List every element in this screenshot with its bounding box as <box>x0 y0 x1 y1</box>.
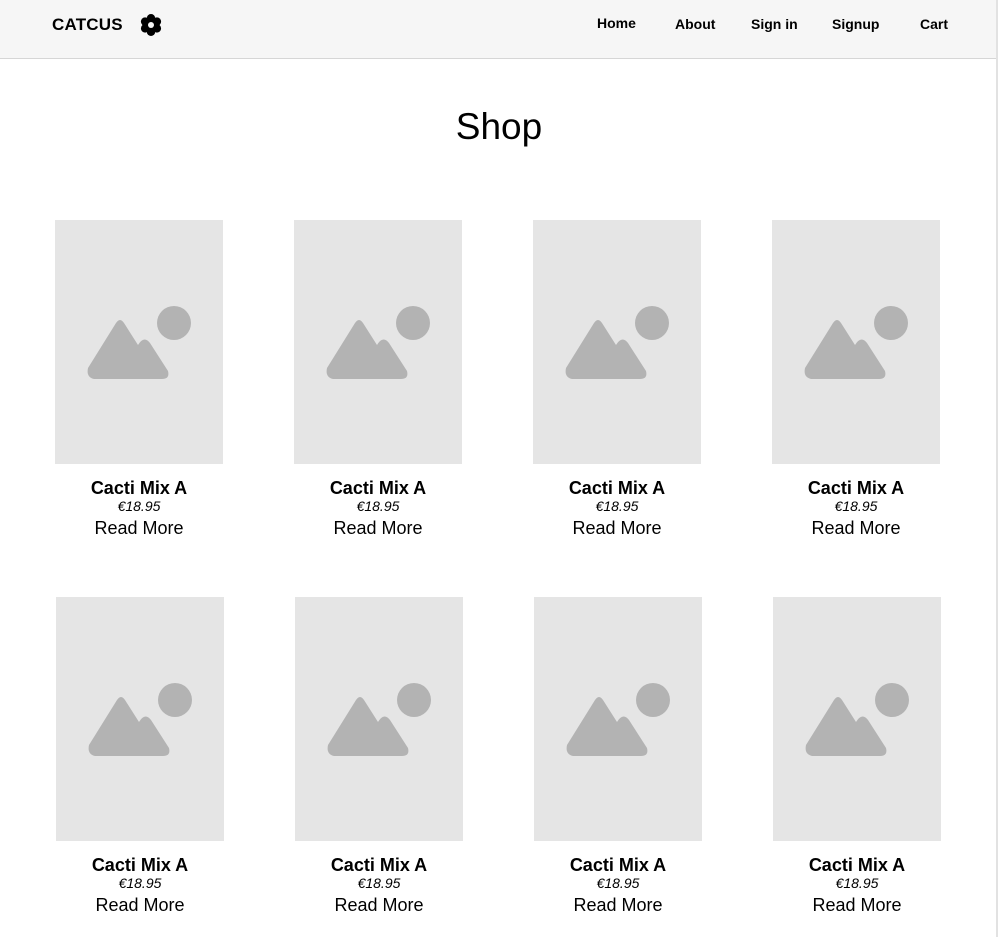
product-name: Cacti Mix A <box>330 855 428 875</box>
nav-home[interactable]: Home <box>597 14 636 32</box>
product-image[interactable] <box>772 220 940 464</box>
product-card: Cacti Mix A €18.95 Read More <box>295 597 463 916</box>
product-card: Cacti Mix A €18.95 Read More <box>773 597 941 916</box>
read-more-link[interactable]: Read More <box>533 517 701 539</box>
product-price: €18.95 <box>356 498 400 514</box>
read-more-link[interactable]: Read More <box>534 894 702 916</box>
product-price: €18.95 <box>117 498 161 514</box>
product-image[interactable] <box>295 597 463 841</box>
product-price: €18.95 <box>118 875 162 891</box>
image-placeholder-icon <box>326 306 430 379</box>
read-more-link[interactable]: Read More <box>295 894 463 916</box>
product-name: Cacti Mix A <box>90 478 188 498</box>
nav-about[interactable]: About <box>675 15 715 33</box>
nav-cart[interactable]: Cart <box>920 15 948 33</box>
product-image[interactable] <box>55 220 223 464</box>
product-name: Cacti Mix A <box>808 855 906 875</box>
product-name: Cacti Mix A <box>569 855 667 875</box>
product-image[interactable] <box>56 597 224 841</box>
product-name: Cacti Mix A <box>329 478 427 498</box>
nav-signin[interactable]: Sign in <box>751 15 798 33</box>
image-placeholder-icon <box>804 306 908 379</box>
image-placeholder-icon <box>87 306 191 379</box>
navbar: CATCUS Home About Sign in Signup Cart <box>0 0 998 59</box>
product-name: Cacti Mix A <box>807 478 905 498</box>
product-price: €18.95 <box>595 498 639 514</box>
brand-name[interactable]: CATCUS <box>52 14 123 36</box>
product-price: €18.95 <box>596 875 640 891</box>
product-image[interactable] <box>773 597 941 841</box>
product-price: €18.95 <box>835 875 879 891</box>
product-name: Cacti Mix A <box>568 478 666 498</box>
product-card: Cacti Mix A €18.95 Read More <box>294 220 462 539</box>
page-title: Shop <box>455 106 543 147</box>
product-card: Cacti Mix A €18.95 Read More <box>56 597 224 916</box>
product-image[interactable] <box>533 220 701 464</box>
image-placeholder-icon <box>88 683 192 756</box>
brand[interactable]: CATCUS <box>52 12 163 37</box>
product-image[interactable] <box>534 597 702 841</box>
product-card: Cacti Mix A €18.95 Read More <box>55 220 223 539</box>
image-placeholder-icon <box>805 683 909 756</box>
image-placeholder-icon <box>327 683 431 756</box>
image-placeholder-icon <box>566 683 670 756</box>
product-name: Cacti Mix A <box>91 855 189 875</box>
product-price: €18.95 <box>834 498 878 514</box>
product-card: Cacti Mix A €18.95 Read More <box>533 220 701 539</box>
product-image[interactable] <box>294 220 462 464</box>
read-more-link[interactable]: Read More <box>773 894 941 916</box>
product-price: €18.95 <box>357 875 401 891</box>
read-more-link[interactable]: Read More <box>55 517 223 539</box>
product-card: Cacti Mix A €18.95 Read More <box>534 597 702 916</box>
image-placeholder-icon <box>565 306 669 379</box>
nav-signup[interactable]: Signup <box>832 15 879 33</box>
read-more-link[interactable]: Read More <box>772 517 940 539</box>
read-more-link[interactable]: Read More <box>56 894 224 916</box>
flower-icon <box>139 13 163 37</box>
read-more-link[interactable]: Read More <box>294 517 462 539</box>
product-card: Cacti Mix A €18.95 Read More <box>772 220 940 539</box>
